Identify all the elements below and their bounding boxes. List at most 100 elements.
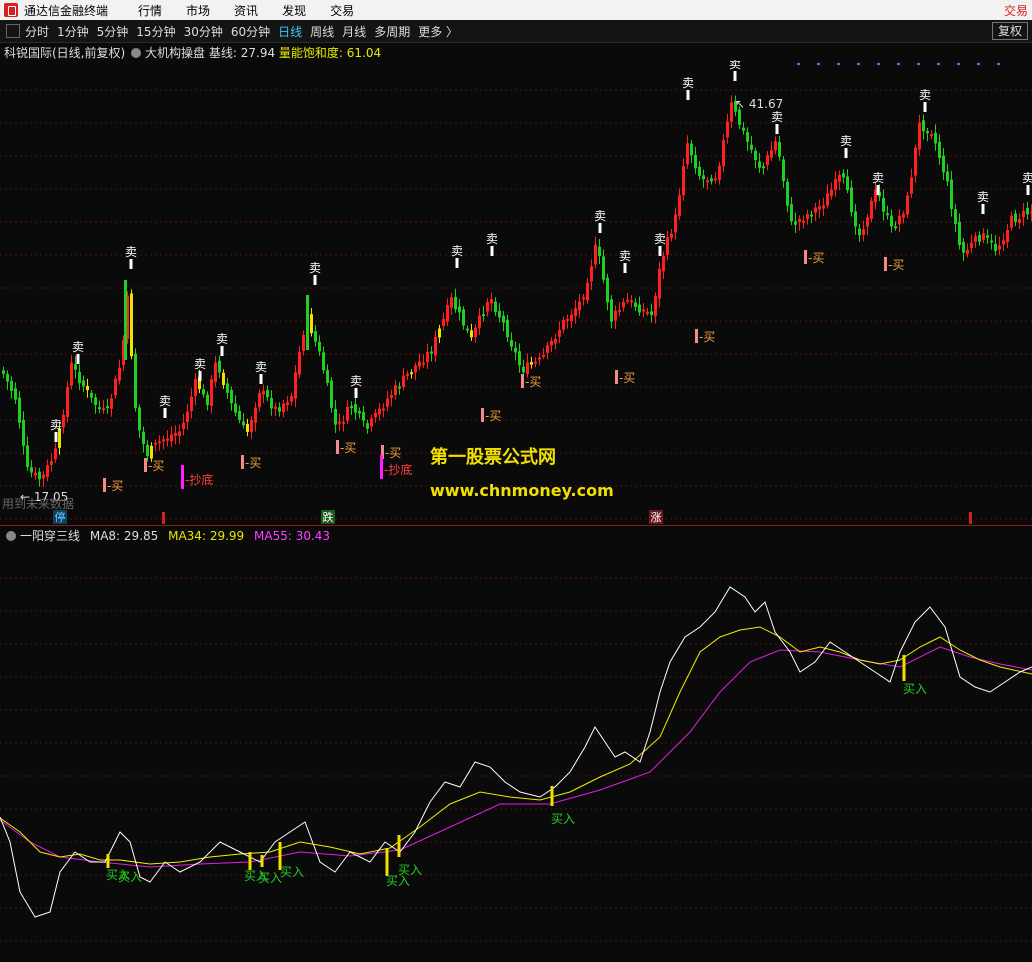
candle-body: [298, 351, 301, 375]
period-15min[interactable]: 15分钟: [136, 23, 175, 40]
candle-body: [246, 423, 249, 432]
candle-body: [534, 361, 537, 364]
candle-body: [926, 131, 929, 134]
buy-signal-bar: [385, 848, 389, 876]
bottom-signal-mark: [380, 455, 383, 479]
sub-indicator-name: 一阳穿三线: [20, 529, 81, 543]
candle-body: [362, 412, 365, 421]
candle-body: [854, 211, 857, 227]
period-timeshare[interactable]: 分时: [25, 23, 49, 40]
buy-signal-label: -买: [699, 330, 715, 344]
period-weekly[interactable]: 周线: [310, 23, 334, 40]
candle-body: [1018, 219, 1021, 223]
candle-body: [562, 319, 565, 330]
period-more[interactable]: 更多 〉: [418, 23, 458, 40]
candle-body: [782, 159, 785, 182]
top-event-dot: [957, 63, 960, 65]
panel-divider[interactable]: [0, 525, 1032, 526]
candle-body: [66, 387, 69, 417]
menu-discover[interactable]: 发现: [282, 2, 306, 19]
candle-body: [566, 318, 569, 321]
buy-signal-label: -买: [385, 446, 401, 460]
period-1min[interactable]: 1分钟: [57, 23, 89, 40]
candle-body: [498, 310, 501, 318]
date-marker-label: 停: [55, 510, 66, 524]
candle-body: [178, 431, 181, 436]
candle-body: [330, 380, 333, 408]
period-30min[interactable]: 30分钟: [184, 23, 223, 40]
candle-body: [990, 240, 993, 243]
candle-body: [294, 372, 297, 399]
candle-body: [590, 266, 593, 282]
period-multi[interactable]: 多周期: [374, 23, 410, 40]
candle-body: [446, 305, 449, 322]
candle-body: [558, 329, 561, 337]
candle-body: [958, 221, 961, 246]
ma8-value: 29.85: [123, 529, 159, 543]
sell-signal-mark: [876, 185, 880, 195]
sell-signal-label: 卖: [1022, 171, 1032, 185]
period-daily[interactable]: 日线: [278, 23, 302, 40]
candle-body: [998, 245, 1001, 250]
period-monthly[interactable]: 月线: [342, 23, 366, 40]
date-marker-label: 涨: [651, 511, 662, 524]
candle-body: [882, 197, 885, 212]
candle-body: [678, 195, 681, 216]
candle-body: [910, 177, 913, 194]
candle-body: [514, 347, 517, 353]
indicator-name: 大机构操盘: [145, 46, 206, 60]
candle-body: [906, 195, 909, 215]
candle-body: [634, 302, 637, 307]
period-5min[interactable]: 5分钟: [97, 23, 129, 40]
candle-body: [714, 178, 717, 181]
candle-body: [138, 407, 141, 431]
candle-body: [350, 406, 353, 409]
moving-average-chart[interactable]: 买入买入 买入买入买入买入买入买入买入: [0, 542, 1032, 962]
candle-body: [342, 421, 345, 424]
candle-body: [914, 147, 917, 176]
candle-body: [546, 345, 549, 353]
future-data-note: 用到未来数据: [2, 496, 74, 511]
indicator-menu-icon[interactable]: [131, 48, 142, 58]
candle-body: [890, 215, 893, 227]
buy-signal-label: -买: [619, 371, 635, 385]
candle-body: [114, 378, 117, 396]
candle-body: [42, 474, 45, 479]
candle-body: [414, 365, 417, 373]
top-event-dot: [797, 63, 800, 65]
high-price-label: ↖ 41.67: [735, 97, 783, 111]
menu-market-quote[interactable]: 行情: [138, 2, 162, 19]
candle-body: [550, 340, 553, 346]
sell-signal-label: 卖: [654, 232, 666, 246]
candle-body: [778, 142, 781, 157]
trade-shortcut[interactable]: 交易: [1004, 2, 1028, 19]
candle-body: [750, 144, 753, 150]
candle-body: [762, 166, 765, 169]
sub-indicator-menu-icon[interactable]: [6, 531, 16, 541]
candle-body: [774, 141, 777, 151]
candle-body: [358, 411, 361, 414]
candle-body: [454, 296, 457, 310]
candle-body: [10, 380, 13, 391]
candle-body: [758, 161, 761, 168]
menu-trade[interactable]: 交易: [330, 2, 354, 19]
buy-signal-label: -买: [107, 479, 123, 493]
candle-body: [738, 109, 741, 125]
candle-body: [902, 214, 905, 218]
period-60min[interactable]: 60分钟: [231, 23, 270, 40]
sell-signal-mark: [354, 388, 358, 398]
candle-body: [798, 218, 801, 223]
adjust-button[interactable]: 复权: [991, 22, 1028, 40]
candle-body: [690, 143, 693, 156]
candle-body: [274, 406, 277, 409]
menu-news[interactable]: 资讯: [234, 2, 258, 19]
candlestick-chart[interactable]: 卖卖卖卖卖卖卖卖卖卖卖卖卖卖卖卖卖卖卖卖卖卖-买-买 -买-买 -买-买-买 -买-买…: [0, 60, 1032, 526]
candle-body: [214, 362, 217, 382]
candle-body: [526, 362, 529, 375]
layout-icon[interactable]: [6, 24, 20, 38]
candle-body: [938, 141, 941, 158]
sell-signal-mark: [490, 246, 494, 256]
menu-market[interactable]: 市场: [186, 2, 210, 19]
candle-body: [674, 214, 677, 233]
sell-signal-label: 卖: [159, 394, 171, 408]
